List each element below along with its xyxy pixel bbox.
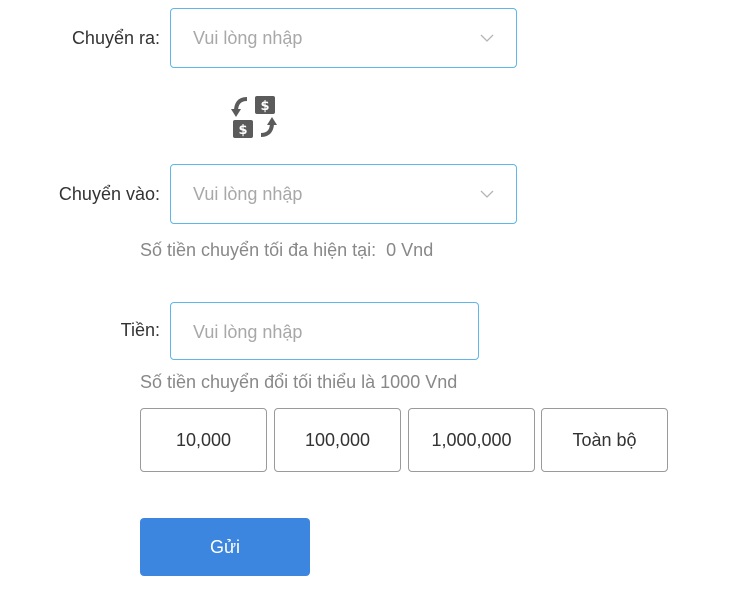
amount-10000-button[interactable]: 10,000 xyxy=(140,408,267,472)
submit-button[interactable]: Gửi xyxy=(140,518,310,576)
transfer-in-label: Chuyển vào: xyxy=(58,184,160,204)
max-transfer-hint: Số tiền chuyển tối đa hiện tại: 0 Vnd xyxy=(140,240,434,260)
transfer-in-select[interactable]: Vui lòng nhập xyxy=(170,164,517,224)
chevron-down-icon xyxy=(480,190,494,198)
amount-1000000-button[interactable]: 1,000,000 xyxy=(408,408,535,472)
transfer-out-select[interactable]: Vui lòng nhập xyxy=(170,8,517,68)
transfer-out-label: Chuyển ra: xyxy=(71,28,160,48)
svg-text:$: $ xyxy=(260,99,269,114)
amount-placeholder: Vui lòng nhập xyxy=(193,322,303,342)
amount-all-button[interactable]: Toàn bộ xyxy=(541,408,668,472)
chevron-down-icon xyxy=(480,34,494,42)
amount-100000-button[interactable]: 100,000 xyxy=(274,408,401,472)
transfer-out-placeholder: Vui lòng nhập xyxy=(193,28,303,48)
swap-dollar-icon[interactable]: $ $ xyxy=(231,95,277,139)
transfer-in-placeholder: Vui lòng nhập xyxy=(193,184,303,204)
amount-label: Tiền: xyxy=(120,320,160,340)
svg-text:$: $ xyxy=(238,123,247,138)
amount-input[interactable]: Vui lòng nhập xyxy=(170,302,479,360)
min-transfer-hint: Số tiền chuyển đổi tối thiểu là 1000 Vnd xyxy=(140,372,458,392)
